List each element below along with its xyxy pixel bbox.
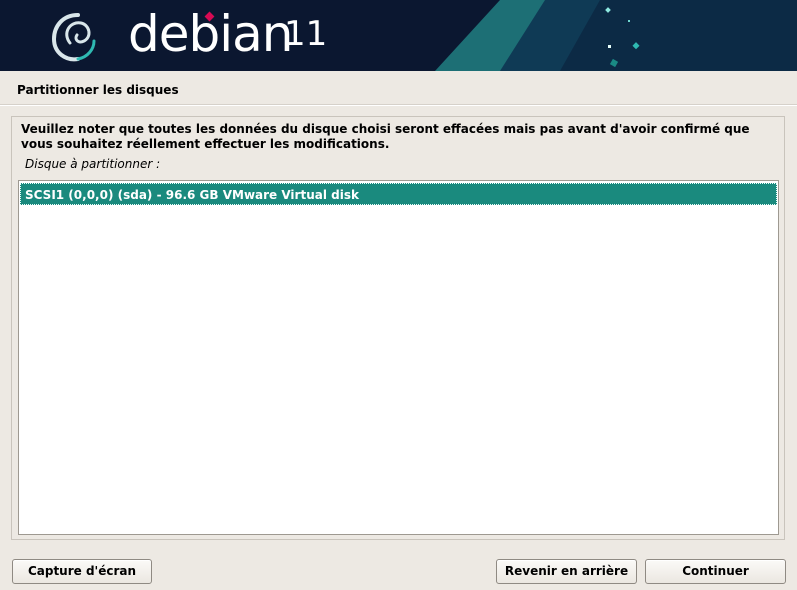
continue-button[interactable]: Continuer bbox=[645, 559, 786, 584]
disk-list-label: Disque à partitionner : bbox=[25, 157, 161, 171]
page-title: Partitionner les disques bbox=[17, 83, 179, 97]
screenshot-button[interactable]: Capture d'écran bbox=[12, 559, 152, 584]
disk-list[interactable]: SCSI1 (0,0,0) (sda) - 96.6 GB VMware Vir… bbox=[18, 180, 779, 535]
debian-version: 11 bbox=[284, 14, 328, 54]
debian-header-banner: debian 11 bbox=[0, 0, 797, 71]
warning-message: Veuillez noter que toutes les données du… bbox=[21, 122, 750, 151]
title-divider bbox=[0, 104, 797, 106]
banner-decoration bbox=[435, 0, 797, 71]
debian-swirl-logo bbox=[51, 13, 96, 62]
back-button[interactable]: Revenir en arrière bbox=[496, 559, 637, 584]
disk-item-sda[interactable]: SCSI1 (0,0,0) (sda) - 96.6 GB VMware Vir… bbox=[20, 183, 777, 205]
